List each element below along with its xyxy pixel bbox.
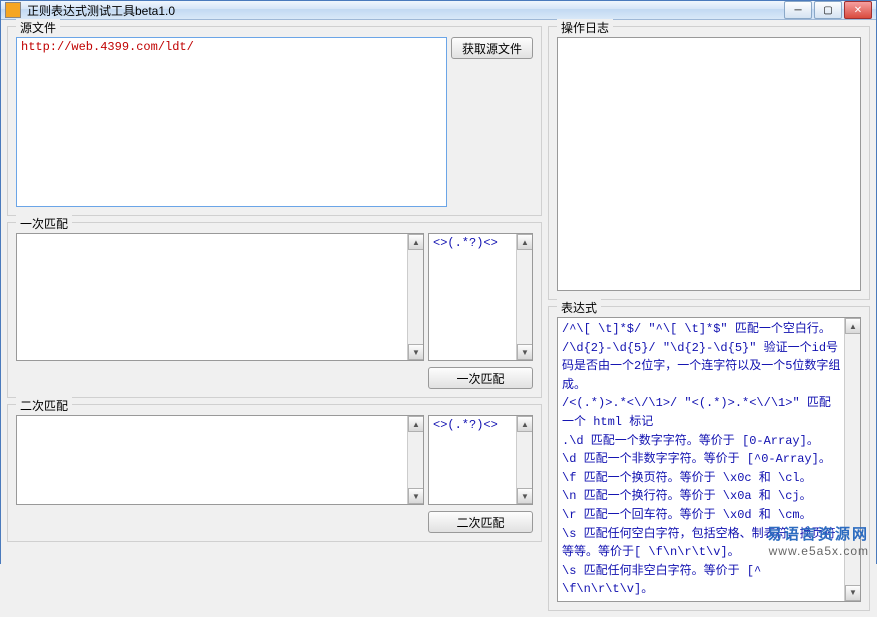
window-title: 正则表达式测试工具beta1.0 [27, 2, 784, 19]
log-group: 操作日志 [548, 26, 870, 300]
right-column: 操作日志 表达式 /^\[ \t]*$/ "^\[ \t]*$" 匹配一个空白行… [548, 26, 870, 611]
expr-line: \s 匹配任何非空白字符。等价于 [^ \f\n\r\t\v]。 [562, 562, 842, 599]
scrollbar[interactable]: ▲ ▼ [844, 318, 860, 601]
scrollbar[interactable]: ▲ ▼ [516, 416, 532, 504]
expr-line: \r 匹配一个回车符。等价于 \x0d 和 \cm。 [562, 506, 842, 525]
expr-line: \f 匹配一个换页符。等价于 \x0c 和 \cl。 [562, 469, 842, 488]
scroll-down-icon[interactable]: ▼ [517, 344, 533, 360]
scroll-up-icon[interactable]: ▲ [845, 318, 861, 334]
once-match-button[interactable]: 一次匹配 [428, 367, 533, 389]
twice-match-button[interactable]: 二次匹配 [428, 511, 533, 533]
once-pattern-box[interactable]: <>(.*?)<> ▲ ▼ [428, 233, 533, 361]
minimize-button[interactable]: ─ [784, 1, 812, 19]
scroll-up-icon[interactable]: ▲ [408, 416, 424, 432]
left-column: 源文件 获取源文件 一次匹配 ▲ ▼ [7, 26, 542, 611]
once-match-group: 一次匹配 ▲ ▼ <>(.*?)<> ▲ ▼ [7, 222, 542, 398]
twice-match-group: 二次匹配 ▲ ▼ <>(.*?)<> ▲ ▼ [7, 404, 542, 542]
log-label: 操作日志 [557, 19, 613, 36]
expr-content: /^\[ \t]*$/ "^\[ \t]*$" 匹配一个空白行。 /\d{2}-… [558, 318, 860, 601]
fetch-source-button[interactable]: 获取源文件 [451, 37, 533, 59]
twice-pattern-box[interactable]: <>(.*?)<> ▲ ▼ [428, 415, 533, 505]
scroll-up-icon[interactable]: ▲ [517, 234, 533, 250]
expr-box[interactable]: /^\[ \t]*$/ "^\[ \t]*$" 匹配一个空白行。 /\d{2}-… [557, 317, 861, 602]
app-window: 正则表达式测试工具beta1.0 ─ ▢ ✕ 源文件 获取源文件 一次匹配 [0, 0, 877, 564]
source-group: 源文件 获取源文件 [7, 26, 542, 216]
source-input[interactable] [16, 37, 447, 207]
twice-result-box[interactable]: ▲ ▼ [16, 415, 424, 505]
expr-line: \s 匹配任何空白字符，包括空格、制表符、换页符等等。等价于[ \f\n\r\t… [562, 525, 842, 562]
client-area: 源文件 获取源文件 一次匹配 ▲ ▼ [1, 20, 876, 617]
scrollbar[interactable]: ▲ ▼ [516, 234, 532, 360]
maximize-button[interactable]: ▢ [814, 1, 842, 19]
close-button[interactable]: ✕ [844, 1, 872, 19]
app-icon [5, 2, 21, 18]
once-match-label: 一次匹配 [16, 215, 72, 232]
expr-label: 表达式 [557, 299, 601, 316]
once-result-box[interactable]: ▲ ▼ [16, 233, 424, 361]
scrollbar[interactable]: ▲ ▼ [407, 234, 423, 360]
scroll-down-icon[interactable]: ▼ [517, 488, 533, 504]
expr-line: \d 匹配一个非数字字符。等价于 [^0-Array]。 [562, 450, 842, 469]
scrollbar[interactable]: ▲ ▼ [407, 416, 423, 504]
window-buttons: ─ ▢ ✕ [784, 1, 872, 19]
source-label: 源文件 [16, 19, 60, 36]
twice-match-label: 二次匹配 [16, 397, 72, 414]
log-box[interactable] [557, 37, 861, 291]
expr-line: /^\[ \t]*$/ "^\[ \t]*$" 匹配一个空白行。 [562, 320, 842, 339]
scroll-down-icon[interactable]: ▼ [408, 344, 424, 360]
expr-group: 表达式 /^\[ \t]*$/ "^\[ \t]*$" 匹配一个空白行。 /\d… [548, 306, 870, 611]
expr-line: \n 匹配一个换行符。等价于 \x0a 和 \cj。 [562, 487, 842, 506]
expr-line: /\d{2}-\d{5}/ "\d{2}-\d{5}" 验证一个id号码是否由一… [562, 339, 842, 395]
scroll-up-icon[interactable]: ▲ [408, 234, 424, 250]
scroll-down-icon[interactable]: ▼ [408, 488, 424, 504]
expr-line: .\d 匹配一个数字字符。等价于 [0-Array]。 [562, 432, 842, 451]
scroll-up-icon[interactable]: ▲ [517, 416, 533, 432]
expr-line: /<(.*)>.*<\/\1>/ "<(.*)>.*<\/\1>" 匹配一个 h… [562, 394, 842, 431]
titlebar[interactable]: 正则表达式测试工具beta1.0 ─ ▢ ✕ [1, 1, 876, 20]
scroll-down-icon[interactable]: ▼ [845, 585, 861, 601]
